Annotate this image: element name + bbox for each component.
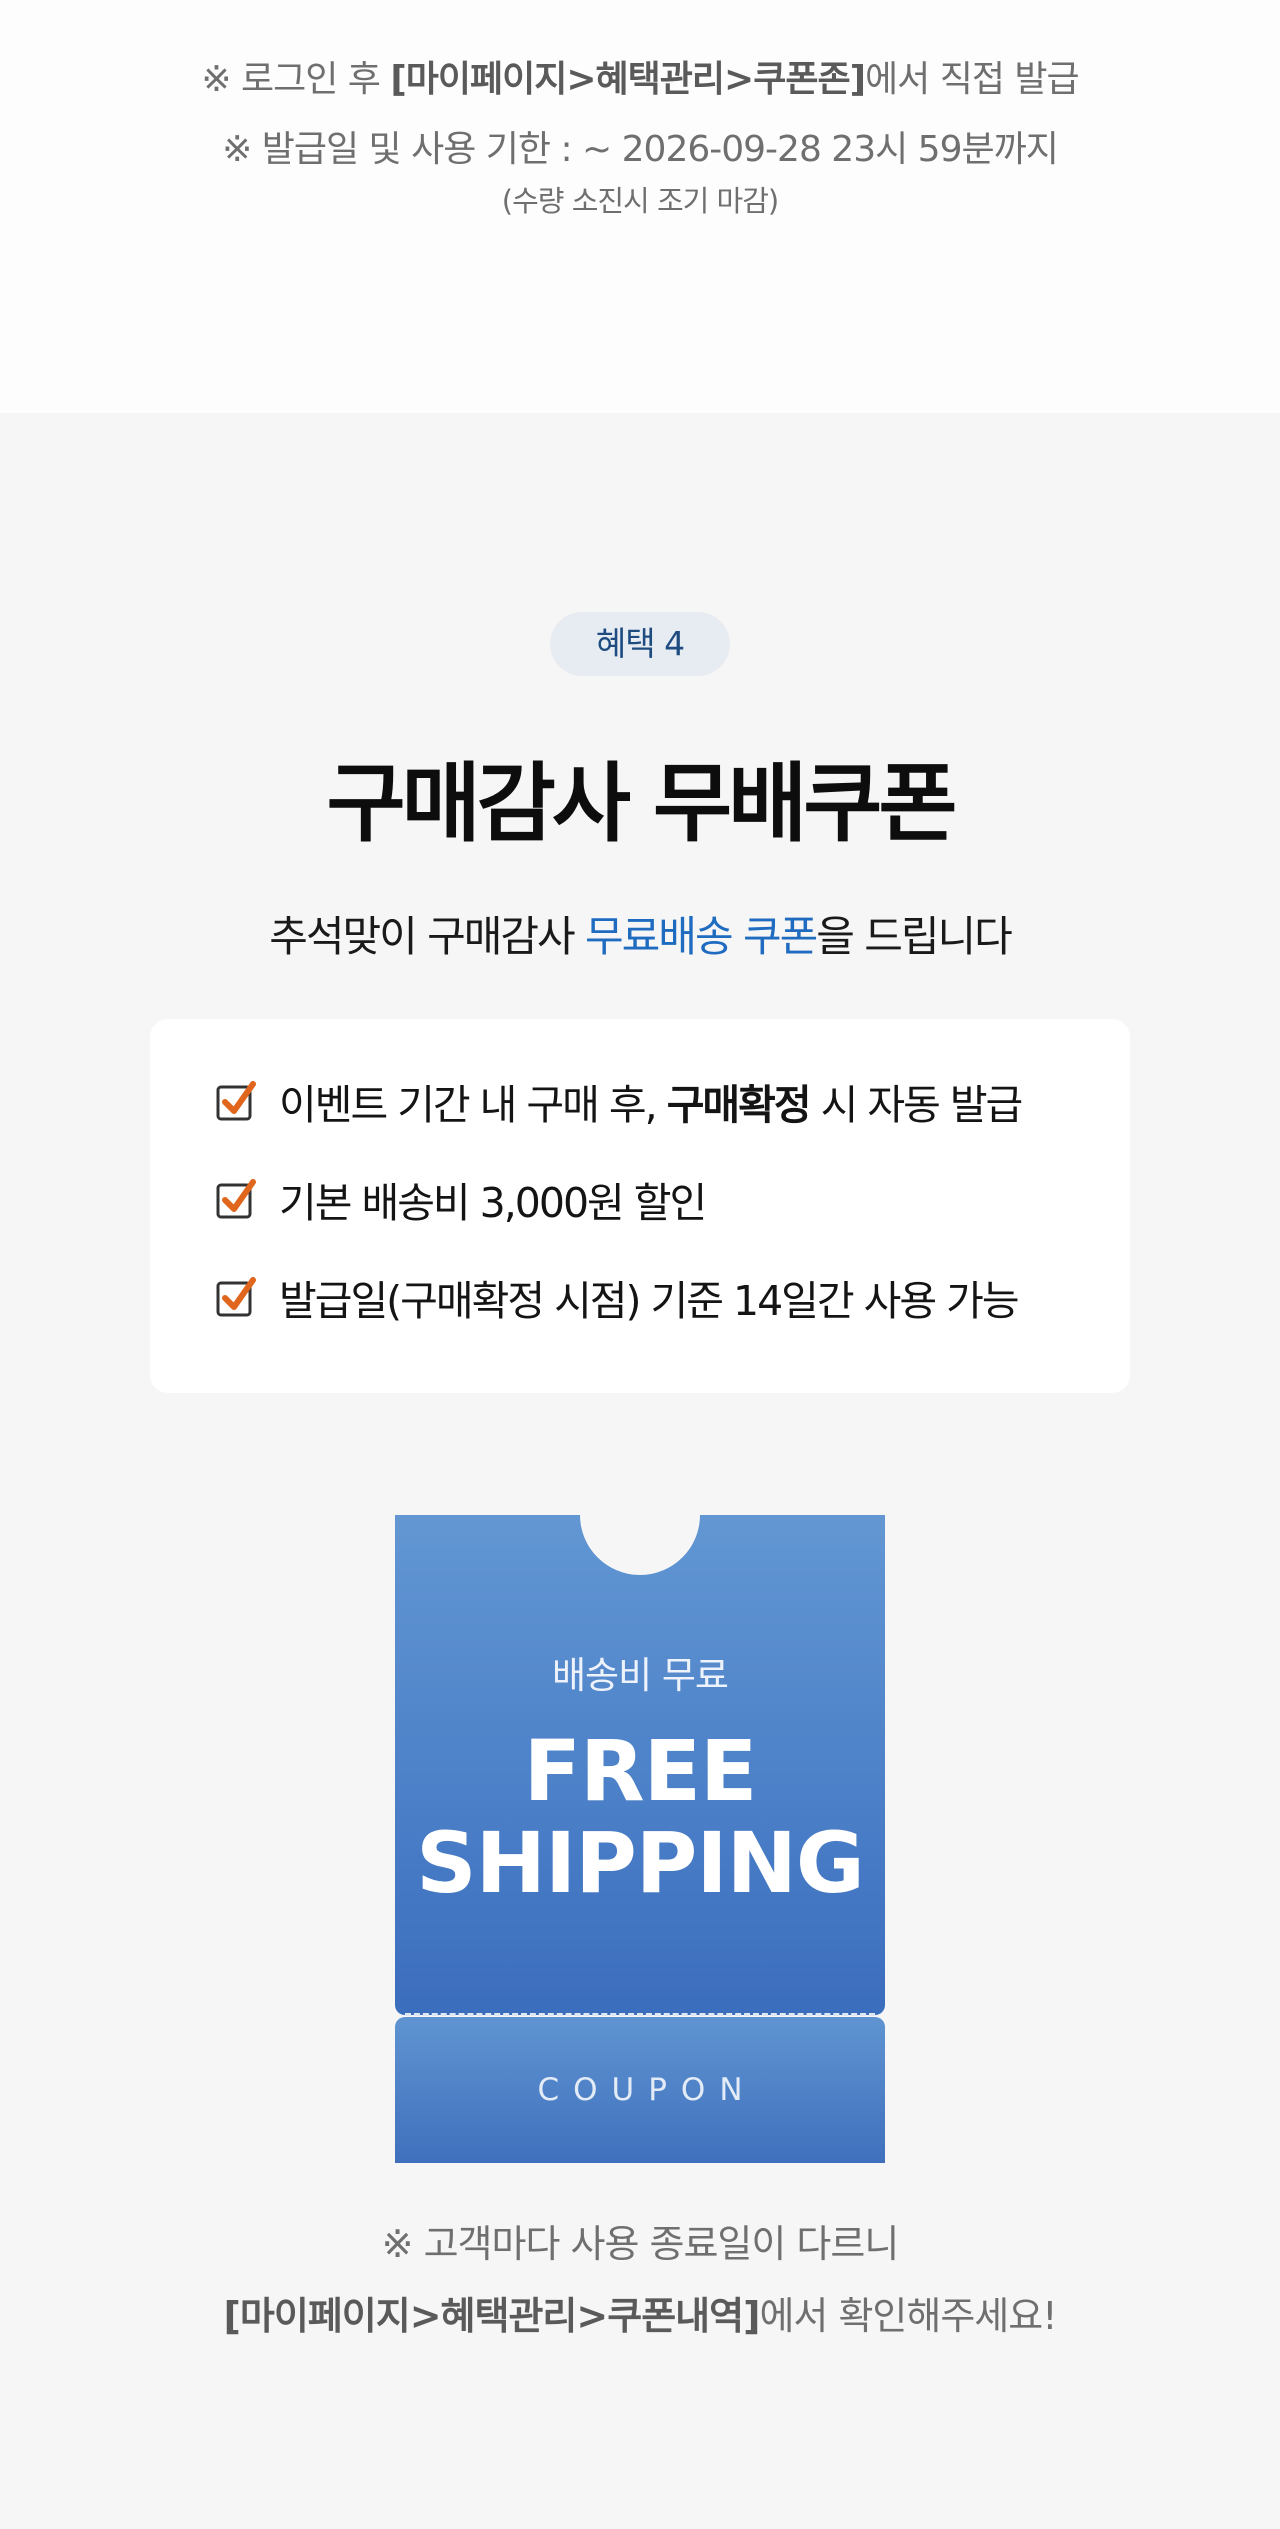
benefit-conditions-card: 이벤트 기간 내 구매 후, 구매확정 시 자동 발급 기본 배송비 3,000… — [150, 1019, 1130, 1393]
subtitle-suffix: 을 드립니다 — [816, 912, 1013, 961]
coupon-headline: FREE SHIPPING — [395, 1725, 885, 1909]
coupon-headline-line1: FREE — [523, 1722, 758, 1820]
condition-text: 발급일(구매확정 시점) 기준 14일간 사용 가능 — [279, 1277, 1020, 1325]
coupon-history-suffix: 에서 확인해주세요! — [759, 2294, 1057, 2338]
coupon-perforation — [405, 2013, 875, 2016]
coupon-issue-notice: ※ 로그인 후 [마이페이지>혜택관리>쿠폰존]에서 직접 발급 ※ 발급일 및… — [0, 0, 1280, 413]
issue-instruction-prefix: ※ 로그인 후 — [201, 59, 391, 100]
check-icon — [216, 1081, 256, 1121]
coupon-zone-path: [마이페이지>혜택관리>쿠폰존] — [390, 59, 866, 100]
coupon-small-label: 배송비 무료 — [552, 1654, 729, 1697]
issue-deadline: ※ 발급일 및 사용 기한 : ~ 2026-09-28 23시 59분까지 — [222, 129, 1059, 170]
benefit-title: 구매감사 무배쿠폰 — [326, 754, 958, 854]
coupon-notch — [580, 1515, 700, 1575]
early-close-note: (수량 소진시 조기 마감) — [501, 184, 779, 218]
coupon-history-path: [마이페이지>혜택관리>쿠폰내역] — [223, 2294, 761, 2338]
event-page: ※ 로그인 후 [마이페이지>혜택관리>쿠폰존]에서 직접 발급 ※ 발급일 및… — [0, 0, 1280, 2529]
check-icon — [216, 1179, 256, 1219]
coupon-headline-line2: SHIPPING — [416, 1814, 865, 1912]
expiry-note: ※ 고객마다 사용 종료일이 다르니 — [381, 2222, 900, 2266]
subtitle-highlight: 무료배송 쿠폰 — [585, 912, 818, 961]
condition-item: 이벤트 기간 내 구매 후, 구매확정 시 자동 발급 — [215, 1071, 1023, 1131]
benefit-subtitle: 추석맞이 구매감사 무료배송 쿠폰을 드립니다 — [0, 903, 1280, 964]
condition-text: 기본 배송비 3,000원 할인 — [279, 1179, 707, 1227]
issue-instruction: ※ 로그인 후 [마이페이지>혜택관리>쿠폰존]에서 직접 발급 — [0, 50, 1280, 102]
coupon-body: 배송비 무료 FREE SHIPPING — [395, 1515, 885, 2015]
benefit-4-section: 혜택 4 구매감사 무배쿠폰 추석맞이 구매감사 무료배송 쿠폰을 드립니다 이… — [0, 413, 1280, 2529]
benefit-badge: 혜택 4 — [550, 612, 730, 676]
condition-item: 기본 배송비 3,000원 할인 — [215, 1169, 707, 1229]
condition-item: 발급일(구매확정 시점) 기준 14일간 사용 가능 — [215, 1267, 1020, 1327]
coupon-history-note: [마이페이지>혜택관리>쿠폰내역]에서 확인해주세요! — [0, 2285, 1280, 2340]
coupon-stub-label: COUPON — [537, 2072, 757, 2108]
condition-text: 이벤트 기간 내 구매 후, 구매확정 시 자동 발급 — [279, 1081, 1023, 1129]
check-icon — [216, 1277, 256, 1317]
coupon-stub: COUPON — [395, 2017, 885, 2163]
subtitle-prefix: 추석맞이 구매감사 — [269, 912, 586, 961]
issue-instruction-suffix: 에서 직접 발급 — [865, 59, 1080, 100]
